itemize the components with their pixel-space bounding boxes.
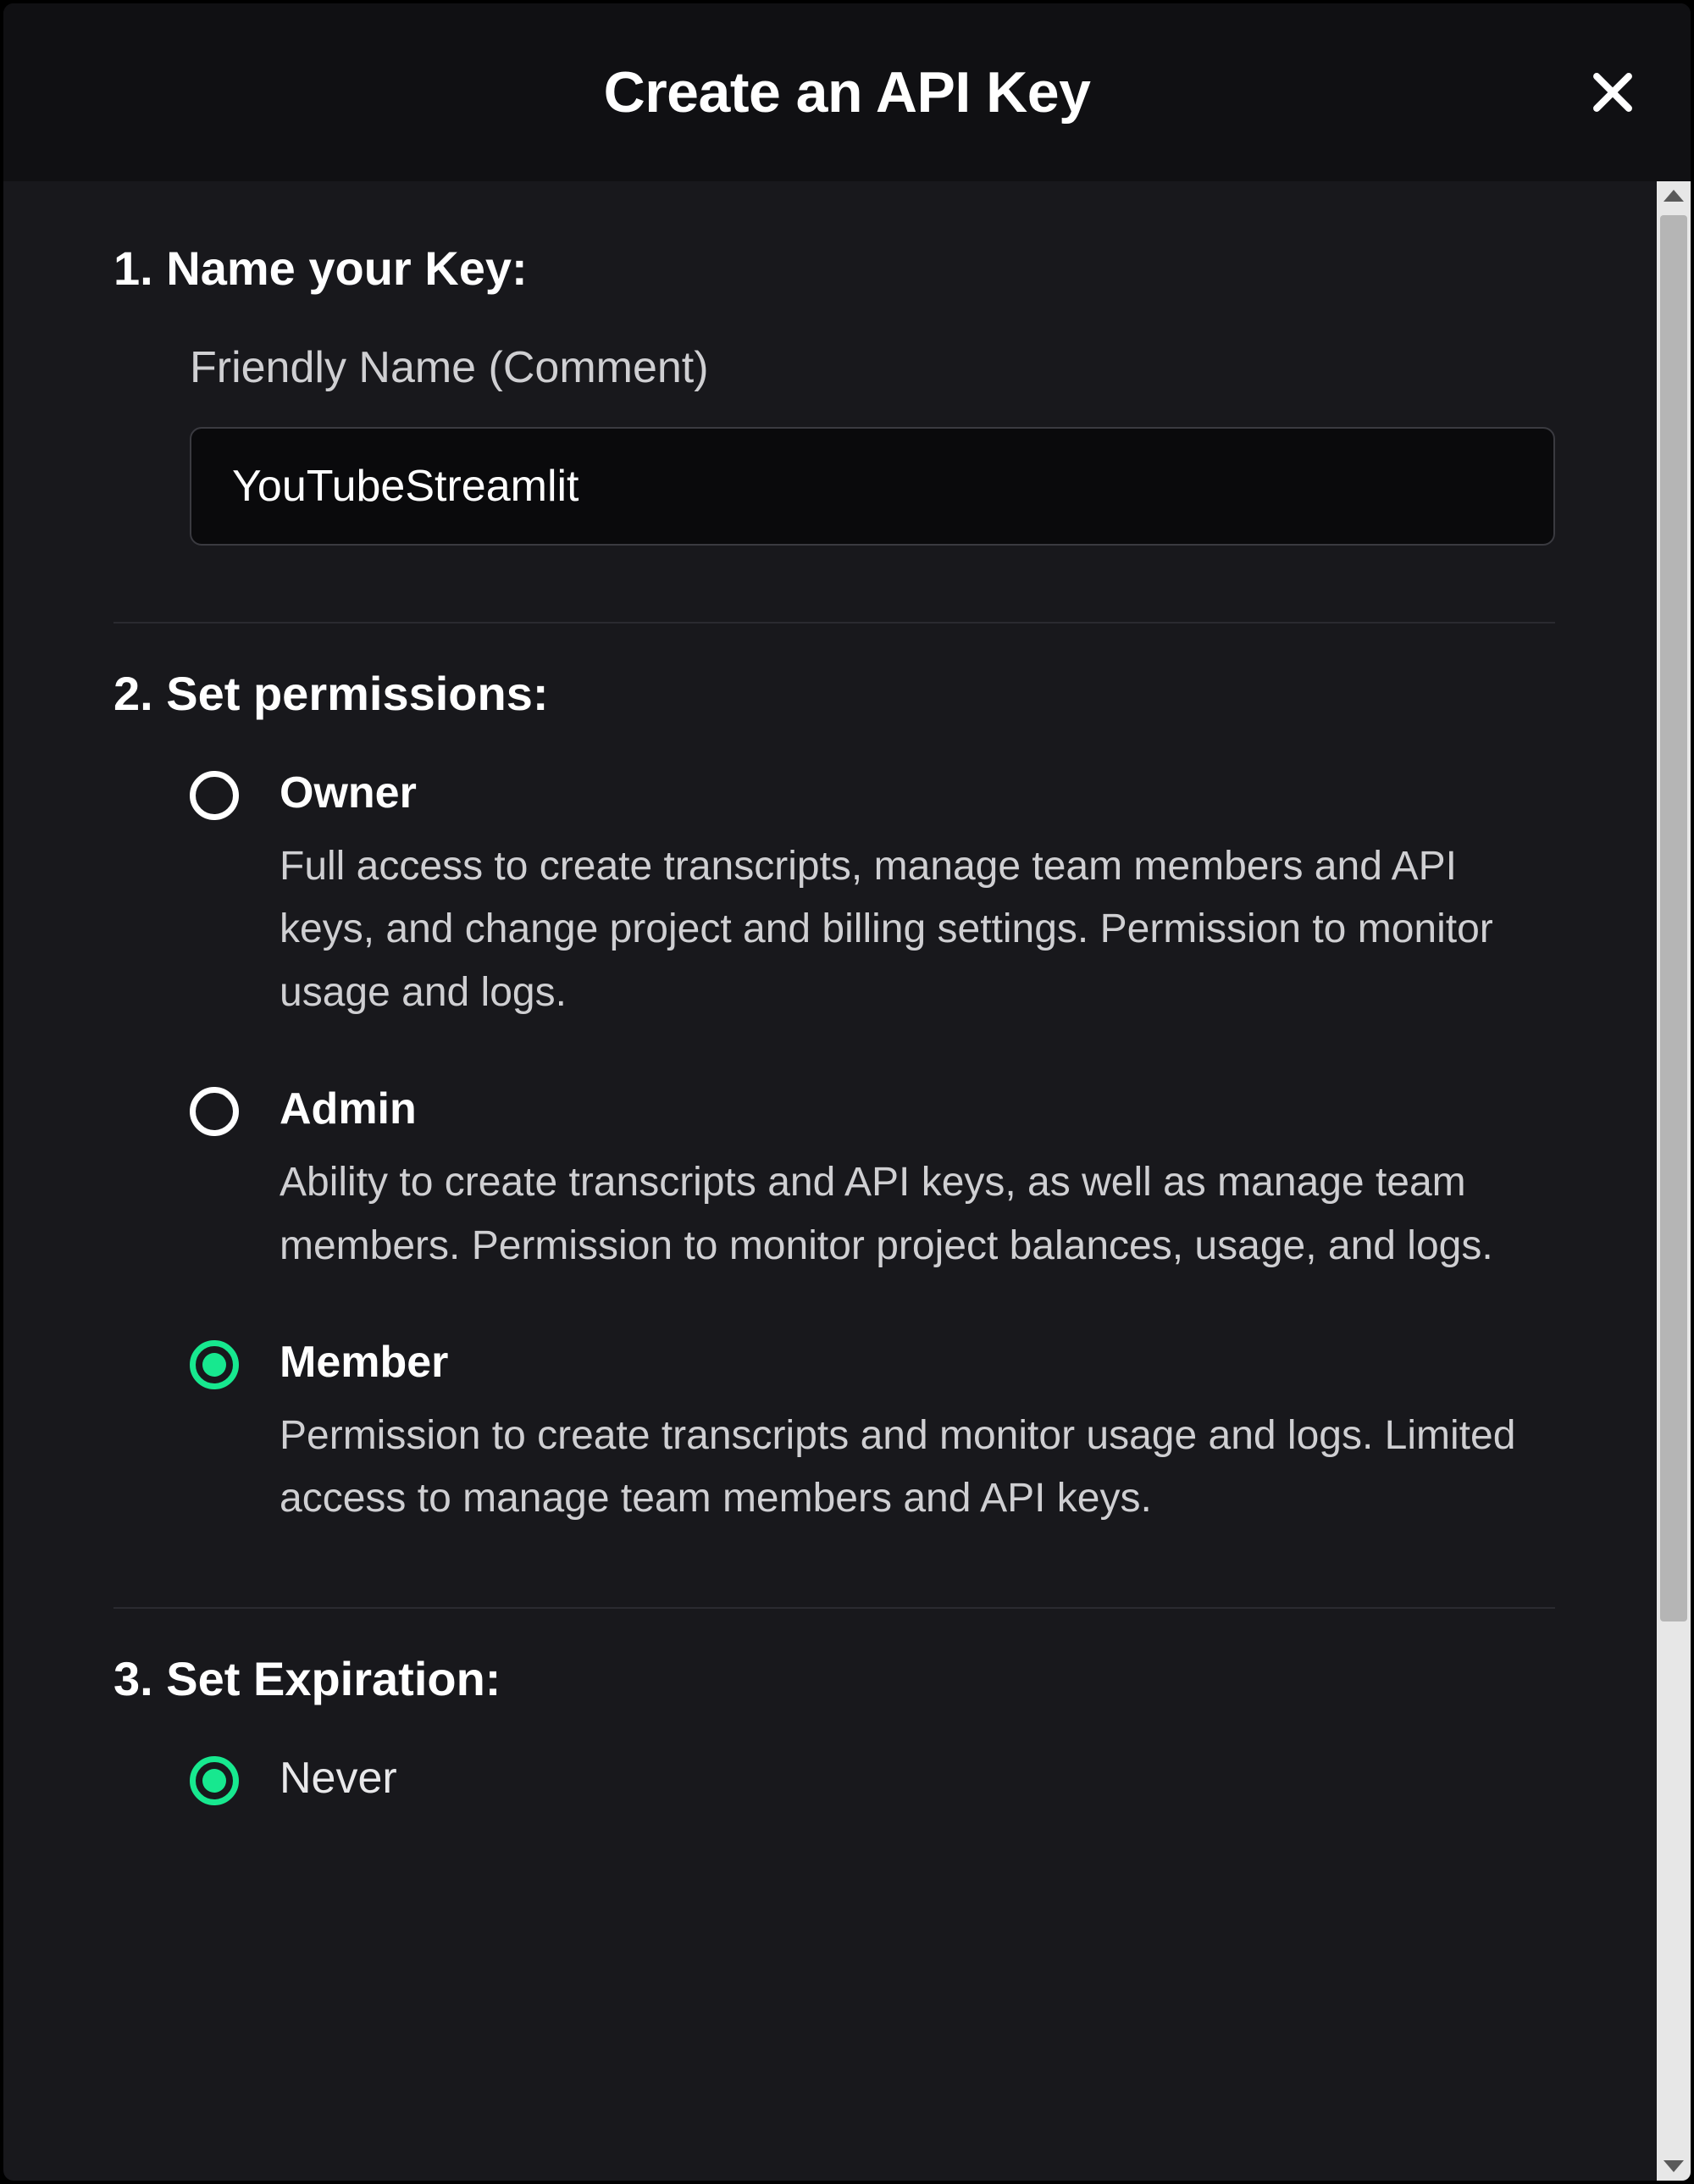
section-expiration-heading: 3. Set Expiration: [113,1651,1555,1706]
close-icon [1590,69,1636,115]
friendly-name-input[interactable] [190,427,1555,546]
radio-icon [190,1756,239,1805]
close-button[interactable] [1586,65,1640,119]
radio-icon [190,771,239,820]
section-name-heading: 1. Name your Key: [113,241,1555,296]
radio-icon [190,1340,239,1389]
scrollbar[interactable] [1657,181,1691,2181]
permission-desc: Ability to create transcripts and API ke… [280,1151,1555,1278]
radio-icon [190,1087,239,1136]
permission-desc: Permission to create transcripts and mon… [280,1405,1555,1531]
permissions-radio-group: Owner Full access to create transcripts,… [190,768,1555,1531]
permission-title: Admin [280,1084,1555,1134]
scrollbar-thumb[interactable] [1660,215,1687,1621]
permission-title: Owner [280,768,1555,818]
radio-content: Owner Full access to create transcripts,… [280,768,1555,1024]
divider [113,1607,1555,1609]
scroll-up-icon [1664,190,1684,202]
radio-content: Member Permission to create transcripts … [280,1337,1555,1531]
permission-title: Member [280,1337,1555,1388]
section-permissions-heading: 2. Set permissions: [113,666,1555,721]
scroll-down-icon [1664,2160,1684,2172]
expiration-option-never[interactable]: Never [190,1753,1555,1805]
permission-option-owner[interactable]: Owner Full access to create transcripts,… [190,768,1555,1024]
permission-option-admin[interactable]: Admin Ability to create transcripts and … [190,1084,1555,1278]
divider [113,622,1555,624]
permission-option-member[interactable]: Member Permission to create transcripts … [190,1337,1555,1531]
permission-desc: Full access to create transcripts, manag… [280,835,1555,1024]
radio-content: Admin Ability to create transcripts and … [280,1084,1555,1278]
radio-content: Never [280,1753,1555,1804]
modal-title: Create an API Key [604,59,1091,125]
modal-body-wrap: 1. Name your Key: Friendly Name (Comment… [3,181,1691,2181]
expiration-title: Never [280,1753,1555,1804]
friendly-name-label: Friendly Name (Comment) [190,342,1555,393]
modal-body: 1. Name your Key: Friendly Name (Comment… [3,181,1657,2181]
modal-header: Create an API Key [3,3,1691,181]
expiration-radio-group: Never [190,1753,1555,1805]
create-api-key-modal: Create an API Key 1. Name your Key: Frie… [3,3,1691,2181]
